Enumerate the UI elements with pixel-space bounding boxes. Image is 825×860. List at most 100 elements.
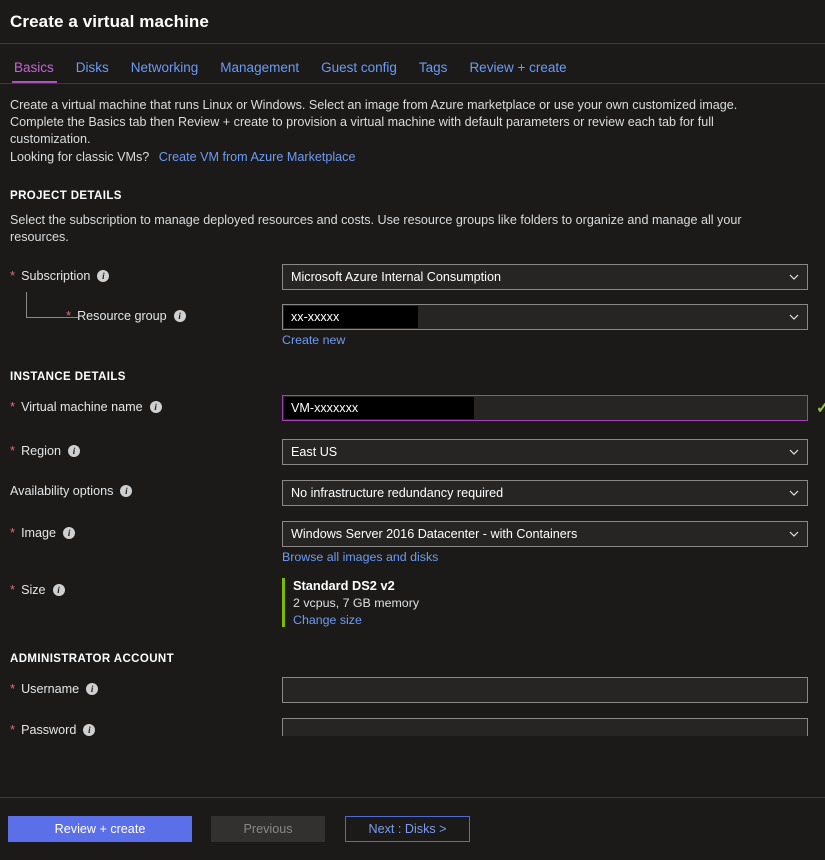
- password-label: Password: [21, 723, 76, 737]
- image-field: Windows Server 2016 Datacenter - with Co…: [282, 521, 815, 564]
- chevron-down-icon: [789, 488, 799, 498]
- browse-images-link[interactable]: Browse all images and disks: [282, 550, 815, 564]
- required-asterisk: *: [10, 681, 15, 696]
- info-icon[interactable]: i: [53, 584, 65, 596]
- chevron-down-icon: [789, 272, 799, 282]
- create-vm-page: Create a virtual machine Basics Disks Ne…: [0, 0, 825, 860]
- password-label-group: * Password i: [10, 718, 282, 737]
- password-input[interactable]: [282, 718, 808, 736]
- intro-line-2: Complete the Basics tab then Review + cr…: [10, 114, 790, 148]
- page-title: Create a virtual machine: [10, 12, 209, 32]
- size-label-group: * Size i: [10, 578, 282, 597]
- resource-group-field: xx-xxxxx Create new: [282, 304, 815, 347]
- classic-vm-row: Looking for classic VMs? Create VM from …: [10, 149, 790, 166]
- info-icon[interactable]: i: [174, 310, 186, 322]
- username-input[interactable]: [282, 677, 808, 703]
- info-icon[interactable]: i: [86, 683, 98, 695]
- size-label: Size: [21, 583, 46, 597]
- image-row: * Image i Windows Server 2016 Datacenter…: [10, 521, 815, 564]
- availability-options-row: Availability options i No infrastructure…: [10, 480, 815, 506]
- tab-basics[interactable]: Basics: [10, 60, 65, 83]
- next-disks-button[interactable]: Next : Disks >: [345, 816, 470, 842]
- vm-name-field: VM-xxxxxxx ✓: [282, 395, 815, 421]
- info-icon[interactable]: i: [97, 270, 109, 282]
- create-new-resource-group-link[interactable]: Create new: [282, 333, 815, 347]
- resource-group-label: Resource group: [77, 309, 167, 323]
- vm-name-input[interactable]: VM-xxxxxxx: [282, 395, 808, 421]
- required-asterisk: *: [10, 268, 15, 283]
- image-label-group: * Image i: [10, 521, 282, 540]
- tree-connector: [26, 292, 78, 318]
- tab-review-create[interactable]: Review + create: [458, 60, 577, 83]
- image-select[interactable]: Windows Server 2016 Datacenter - with Co…: [282, 521, 808, 547]
- size-spec: 2 vcpus, 7 GB memory: [293, 596, 815, 610]
- region-field: East US: [282, 439, 815, 465]
- resource-group-value: xx-xxxxx: [284, 306, 418, 328]
- subscription-value: Microsoft Azure Internal Consumption: [291, 270, 501, 284]
- username-label-group: * Username i: [10, 677, 282, 696]
- wizard-footer: Review + create Previous Next : Disks >: [0, 797, 825, 860]
- tab-networking[interactable]: Networking: [120, 60, 210, 83]
- size-field: Standard DS2 v2 2 vcpus, 7 GB memory Cha…: [282, 578, 815, 627]
- project-details-description: Select the subscription to manage deploy…: [10, 212, 790, 246]
- intro-line-1: Create a virtual machine that runs Linux…: [10, 97, 790, 114]
- tab-disks[interactable]: Disks: [65, 60, 120, 83]
- valid-check-icon: ✓: [816, 398, 825, 418]
- subscription-row: * Subscription i Microsoft Azure Interna…: [10, 264, 815, 290]
- intro-text: Create a virtual machine that runs Linux…: [10, 97, 790, 166]
- vm-name-label: Virtual machine name: [21, 400, 143, 414]
- availability-label-group: Availability options i: [10, 480, 282, 498]
- wizard-tabs: Basics Disks Networking Management Guest…: [0, 44, 825, 84]
- subscription-label: Subscription: [21, 269, 90, 283]
- size-summary: Standard DS2 v2 2 vcpus, 7 GB memory Cha…: [282, 578, 815, 627]
- required-asterisk: *: [10, 582, 15, 597]
- username-row: * Username i: [10, 677, 815, 703]
- vm-name-row: * Virtual machine name i VM-xxxxxxx ✓: [10, 395, 815, 421]
- region-value: East US: [291, 445, 337, 459]
- tab-management[interactable]: Management: [209, 60, 310, 83]
- tab-tags[interactable]: Tags: [408, 60, 459, 83]
- password-row: * Password i: [10, 718, 815, 737]
- availability-field: No infrastructure redundancy required: [282, 480, 815, 506]
- previous-button: Previous: [211, 816, 325, 842]
- subscription-select[interactable]: Microsoft Azure Internal Consumption: [282, 264, 808, 290]
- form-content: Create a virtual machine that runs Linux…: [0, 85, 825, 797]
- size-name: Standard DS2 v2: [293, 578, 815, 593]
- region-label: Region: [21, 444, 61, 458]
- resource-group-select[interactable]: xx-xxxxx: [282, 304, 808, 330]
- title-bar: Create a virtual machine: [0, 0, 825, 44]
- image-value: Windows Server 2016 Datacenter - with Co…: [291, 527, 577, 541]
- required-asterisk: *: [10, 443, 15, 458]
- project-details-heading: PROJECT DETAILS: [10, 190, 815, 202]
- password-field: [282, 718, 815, 736]
- info-icon[interactable]: i: [120, 485, 132, 497]
- tab-guest-config[interactable]: Guest config: [310, 60, 408, 83]
- subscription-field: Microsoft Azure Internal Consumption: [282, 264, 815, 290]
- chevron-down-icon: [789, 529, 799, 539]
- review-create-button[interactable]: Review + create: [8, 816, 192, 842]
- instance-details-heading: INSTANCE DETAILS: [10, 371, 815, 383]
- create-vm-marketplace-link[interactable]: Create VM from Azure Marketplace: [159, 150, 356, 164]
- chevron-down-icon: [789, 312, 799, 322]
- classic-vm-prompt: Looking for classic VMs?: [10, 150, 149, 164]
- availability-select[interactable]: No infrastructure redundancy required: [282, 480, 808, 506]
- availability-label: Availability options: [10, 484, 113, 498]
- username-label: Username: [21, 682, 79, 696]
- info-icon[interactable]: i: [83, 724, 95, 736]
- info-icon[interactable]: i: [68, 445, 80, 457]
- vm-name-value: VM-xxxxxxx: [284, 397, 474, 419]
- image-label: Image: [21, 526, 56, 540]
- chevron-down-icon: [789, 447, 799, 457]
- change-size-link[interactable]: Change size: [293, 613, 815, 627]
- administrator-account-heading: ADMINISTRATOR ACCOUNT: [10, 653, 815, 665]
- availability-value: No infrastructure redundancy required: [291, 486, 503, 500]
- vm-name-label-group: * Virtual machine name i: [10, 395, 282, 414]
- region-label-group: * Region i: [10, 439, 282, 458]
- required-asterisk: *: [10, 525, 15, 540]
- info-icon[interactable]: i: [150, 401, 162, 413]
- required-asterisk: *: [10, 722, 15, 737]
- username-field: [282, 677, 815, 703]
- info-icon[interactable]: i: [63, 527, 75, 539]
- resource-group-row: * Resource group i xx-xxxxx Create new: [10, 304, 815, 347]
- region-select[interactable]: East US: [282, 439, 808, 465]
